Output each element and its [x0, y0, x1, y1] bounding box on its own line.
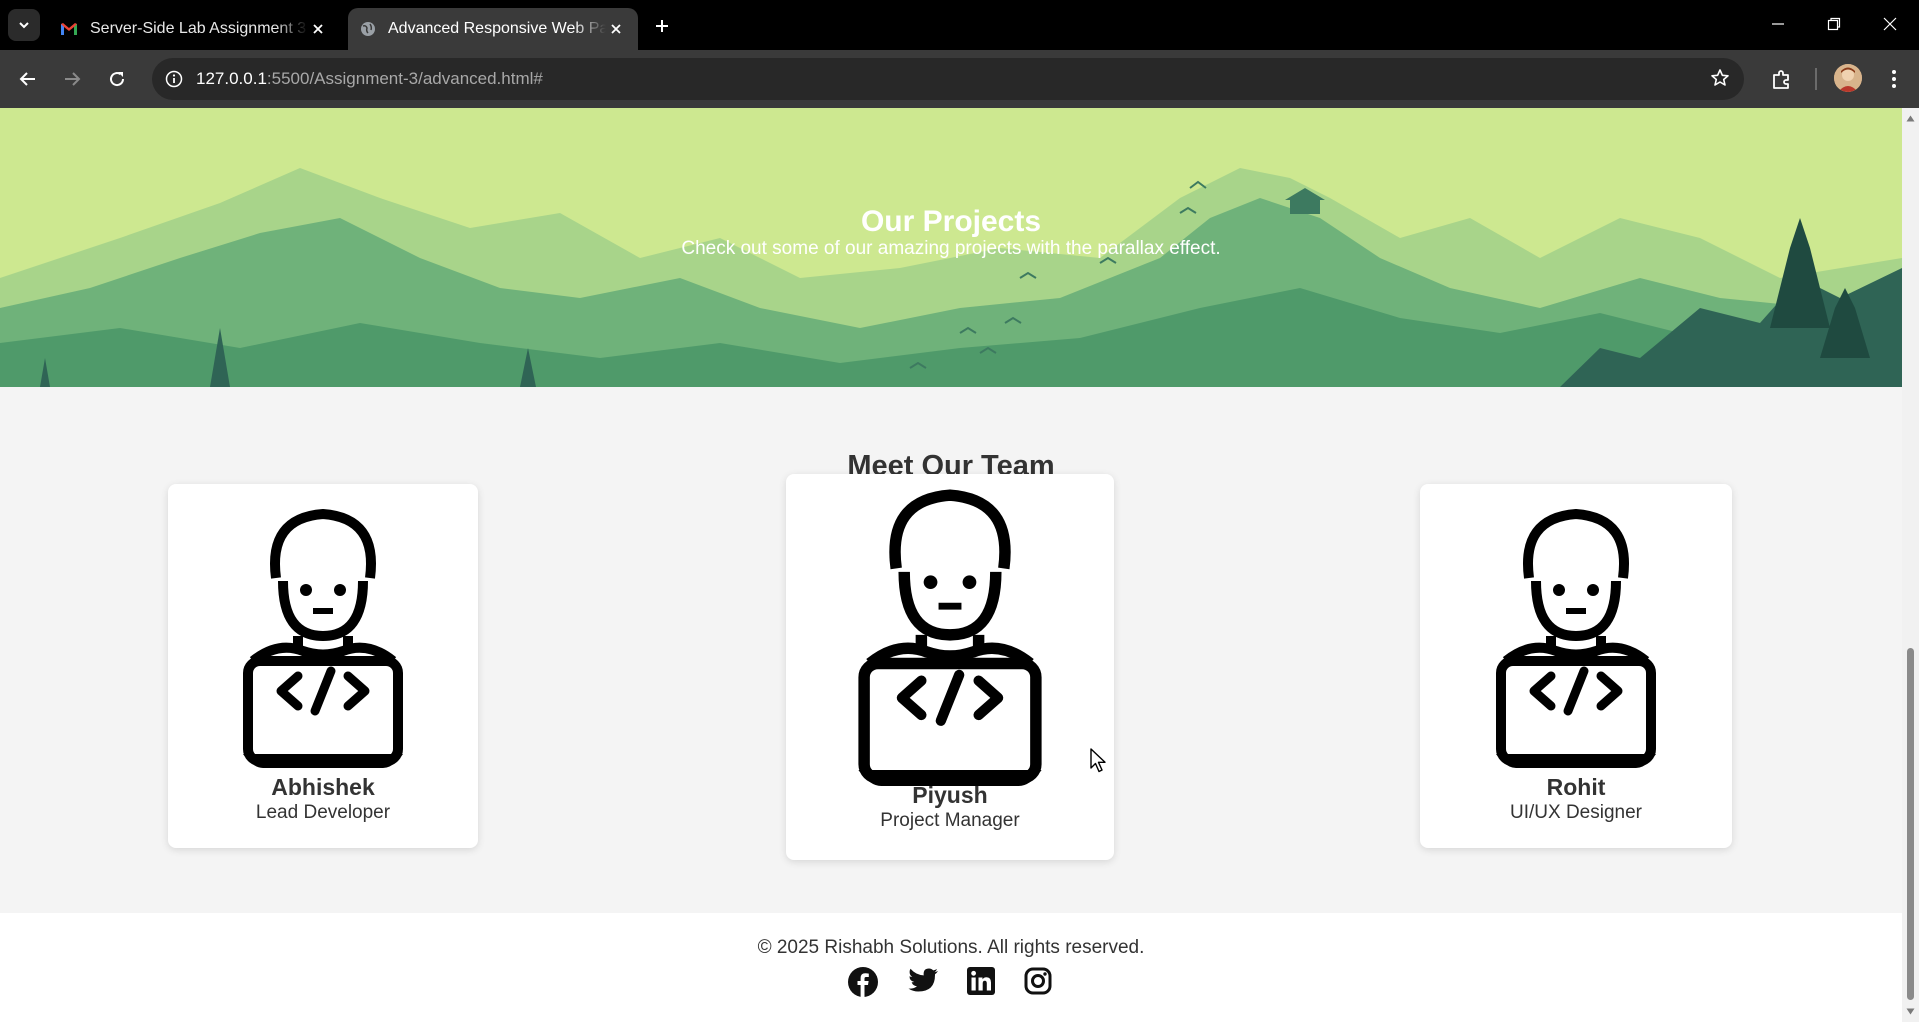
profile-icon	[1834, 64, 1862, 92]
close-icon[interactable]	[606, 19, 626, 39]
address-bar[interactable]: 127.0.0.1:5500/Assignment-3/advanced.htm…	[152, 58, 1744, 100]
minimize-icon	[1772, 23, 1784, 25]
browser-toolbar: 127.0.0.1:5500/Assignment-3/advanced.htm…	[0, 50, 1919, 108]
tab-title: Server-Side Lab Assignment 3 -	[90, 20, 308, 37]
team-card-abhishek[interactable]: Abhishek Lead Developer	[168, 484, 478, 848]
member-name: Abhishek	[271, 774, 375, 800]
url-path: :5500/Assignment-3/advanced.html#	[266, 69, 543, 88]
close-icon	[1883, 17, 1897, 31]
tab-title: Advanced Responsive Web Page	[388, 20, 606, 37]
hero-title: Our Projects	[860, 205, 1042, 238]
kebab-menu-icon	[1892, 70, 1896, 88]
reload-icon	[110, 72, 125, 87]
toolbar-divider	[1815, 68, 1817, 90]
facebook-icon[interactable]	[848, 967, 878, 997]
twitter-icon[interactable]	[907, 967, 938, 997]
chevron-down-icon	[19, 22, 29, 29]
gmail-icon	[61, 23, 77, 35]
arrow-right-icon	[65, 72, 81, 86]
forward-button[interactable]	[56, 63, 88, 95]
bookmark-star-icon[interactable]	[1710, 68, 1730, 93]
member-role: UI/UX Designer	[1510, 802, 1642, 823]
restore-button[interactable]	[1814, 8, 1854, 40]
browser-tab-bar: Server-Side Lab Assignment 3 - Advanced …	[0, 0, 1919, 50]
member-role: Lead Developer	[255, 802, 391, 823]
restore-icon	[1827, 17, 1841, 31]
profile-avatar[interactable]	[1834, 64, 1862, 92]
copyright-text: © 2025 Rishabh Solutions. All rights res…	[757, 937, 1145, 958]
close-window-button[interactable]	[1870, 8, 1910, 40]
back-button[interactable]	[12, 63, 44, 95]
scroll-down-icon[interactable]	[1906, 1007, 1915, 1016]
developer-avatar-icon	[1496, 509, 1656, 768]
member-name: Piyush	[912, 782, 988, 808]
site-info-icon[interactable]	[152, 70, 196, 88]
globe-icon	[361, 22, 375, 36]
minimize-button[interactable]	[1758, 8, 1798, 40]
mouse-cursor-icon	[1090, 748, 1106, 773]
new-tab-button[interactable]	[648, 12, 676, 40]
tab-advanced-responsive[interactable]: Advanced Responsive Web Page	[348, 8, 638, 50]
member-name: Rohit	[1546, 774, 1606, 800]
url-text: 127.0.0.1:5500/Assignment-3/advanced.htm…	[196, 69, 543, 89]
page-scrollbar[interactable]	[1902, 108, 1919, 1022]
puzzle-icon	[1773, 70, 1789, 89]
hero-subtitle: Check out some of our amazing projects w…	[681, 238, 1221, 259]
browser-menu-button[interactable]	[1878, 63, 1910, 95]
extensions-button[interactable]	[1766, 63, 1798, 95]
arrow-left-icon	[19, 72, 35, 86]
developer-avatar-icon	[858, 489, 1042, 786]
close-icon[interactable]	[308, 19, 328, 39]
tab-server-side-lab[interactable]: Server-Side Lab Assignment 3 -	[48, 8, 340, 50]
page-viewport: Our Projects Check out some of our amazi…	[0, 108, 1902, 1022]
tab-search-button[interactable]	[8, 9, 40, 41]
scrollbar-thumb[interactable]	[1907, 648, 1914, 1000]
member-role: Project Manager	[880, 810, 1020, 831]
team-card-rohit[interactable]: Rohit UI/UX Designer	[1420, 484, 1732, 848]
page-footer: © 2025 Rishabh Solutions. All rights res…	[0, 913, 1902, 1022]
scroll-up-icon[interactable]	[1906, 114, 1915, 123]
instagram-icon[interactable]	[1024, 967, 1054, 997]
url-host: 127.0.0.1	[196, 69, 267, 88]
team-card-piyush[interactable]: Piyush Project Manager	[786, 474, 1114, 860]
developer-avatar-icon	[243, 509, 403, 768]
plus-icon	[656, 20, 668, 32]
reload-button[interactable]	[101, 63, 133, 95]
projects-hero: Our Projects Check out some of our amazi…	[0, 108, 1902, 387]
linkedin-icon[interactable]	[967, 967, 997, 997]
